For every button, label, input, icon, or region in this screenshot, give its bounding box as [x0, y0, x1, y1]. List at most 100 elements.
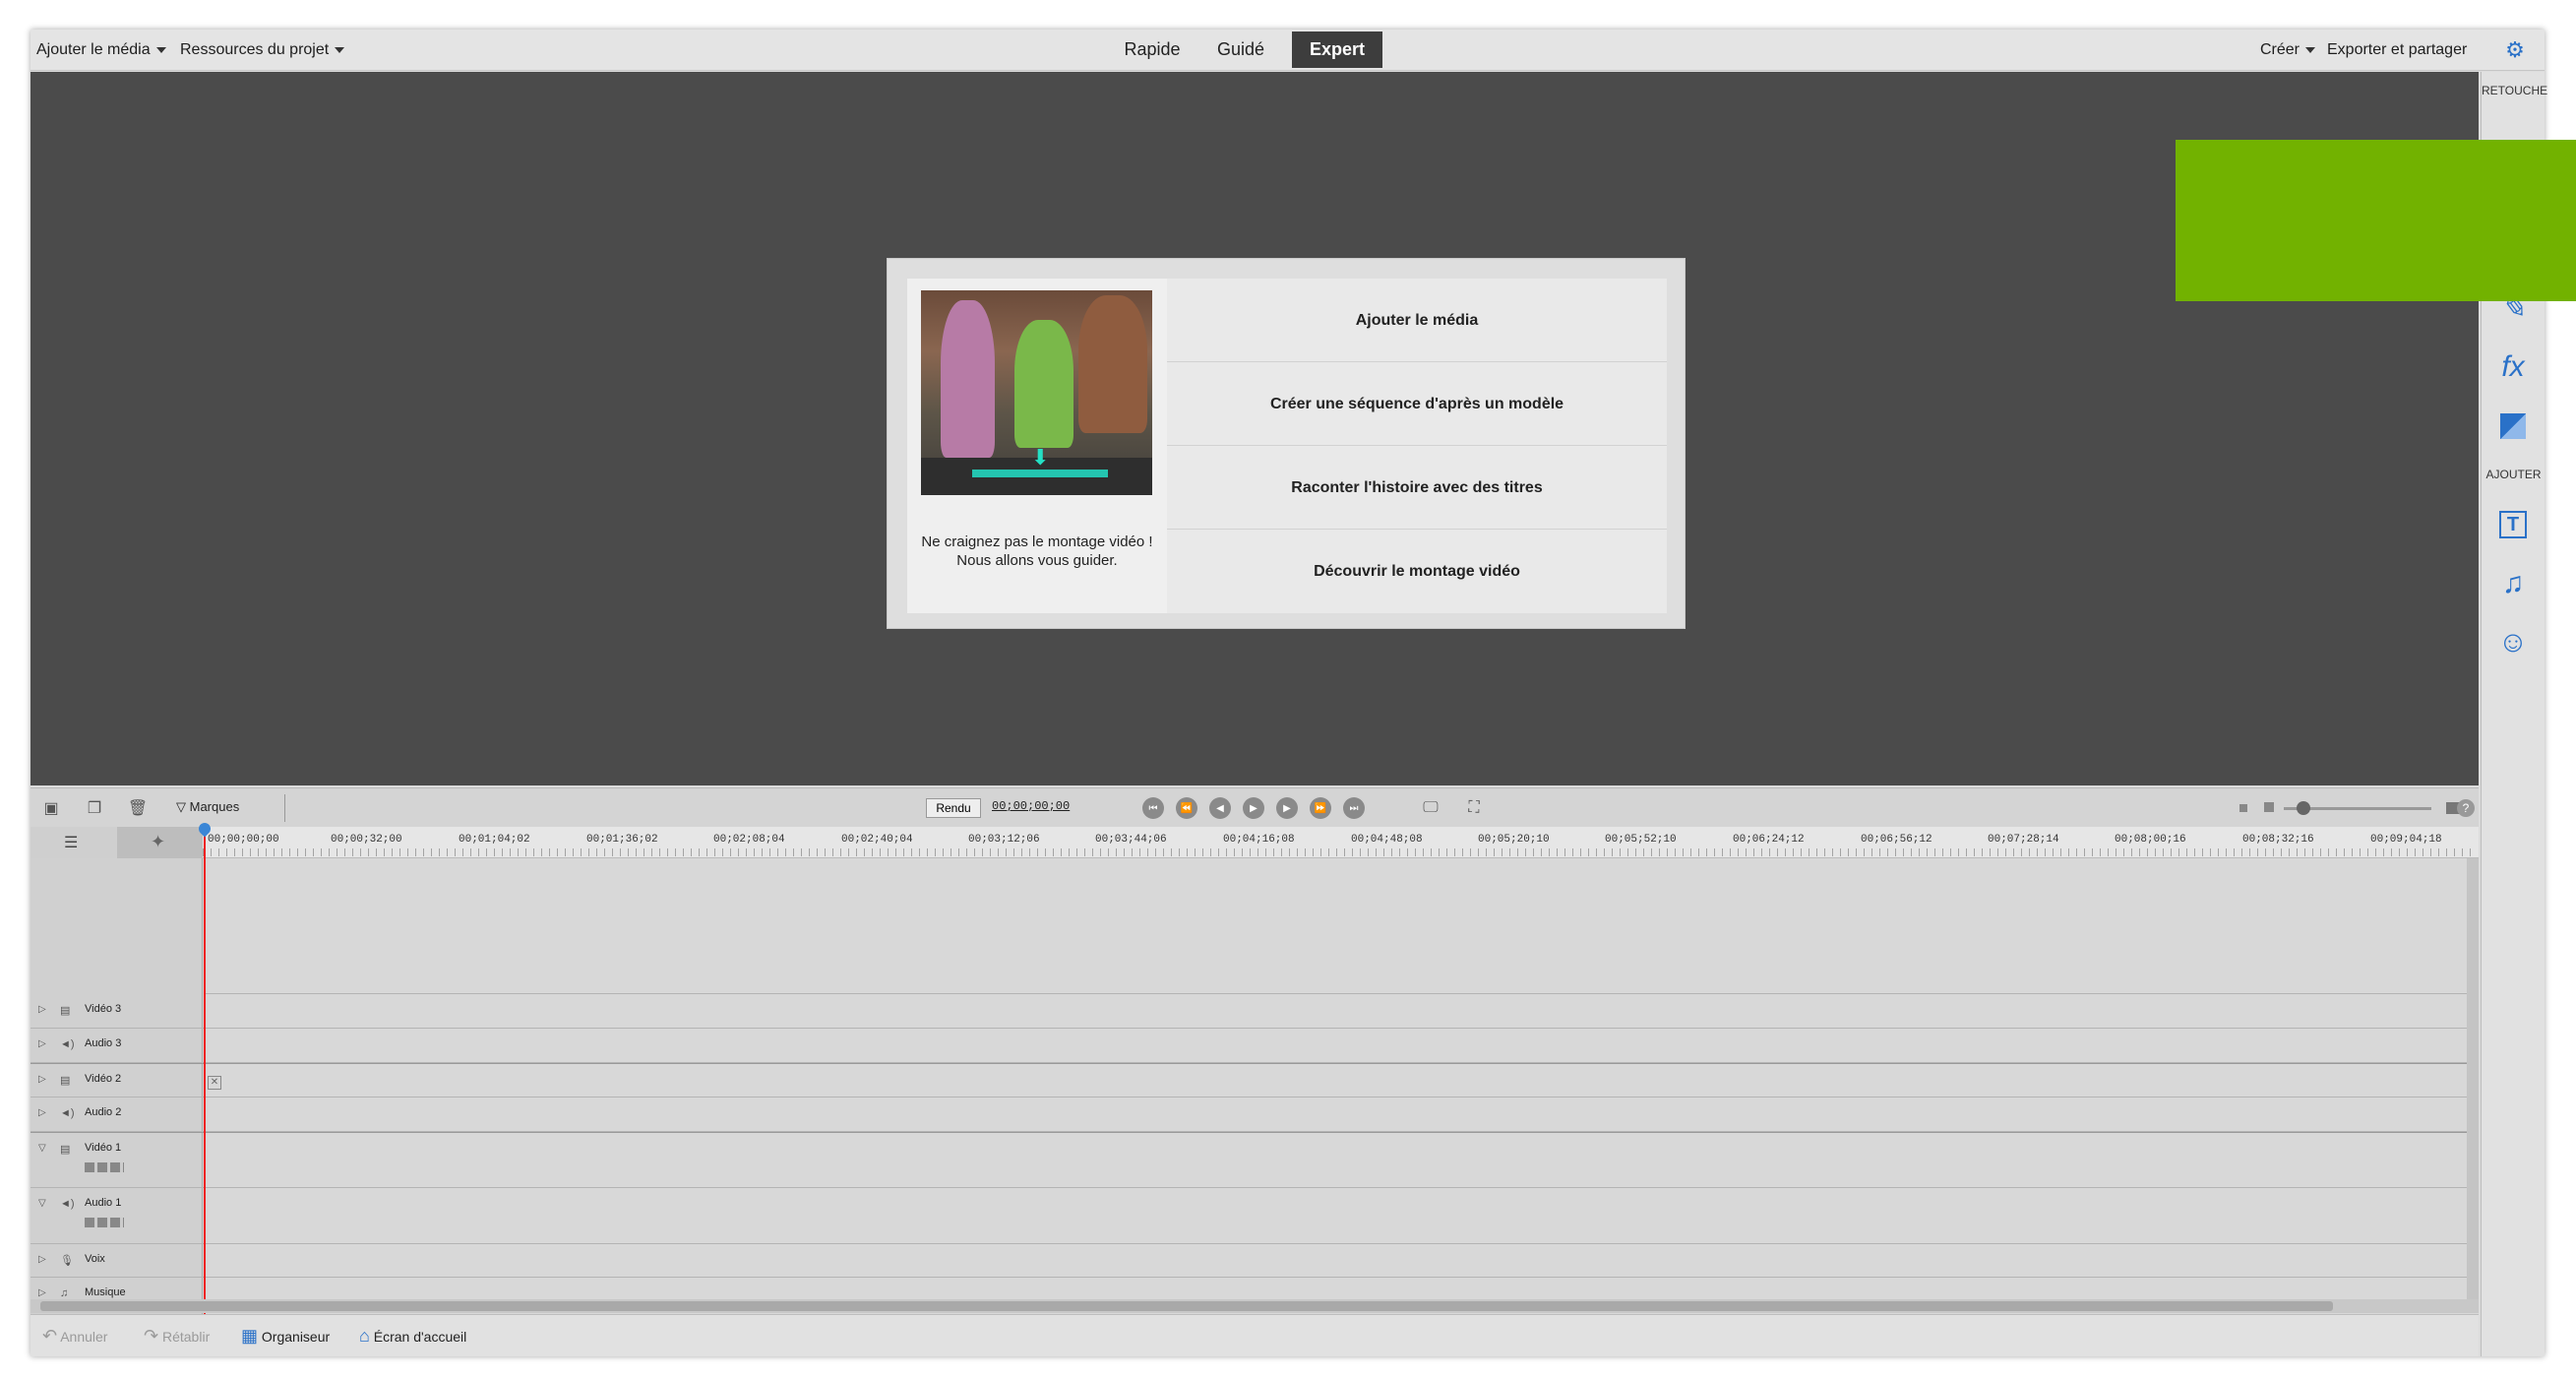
help-icon[interactable]: ? — [2457, 799, 2475, 817]
section-label-edit: RETOUCHE — [2482, 84, 2548, 97]
track-label: Vidéo 2 — [85, 1073, 122, 1085]
trash-icon[interactable]: 🗑 — [127, 797, 149, 819]
rewind-icon[interactable]: ⏪ — [1176, 797, 1197, 819]
playhead[interactable] — [204, 827, 206, 1331]
arrow-down-icon: ⬇ — [1031, 445, 1050, 470]
expand-triangle-icon[interactable]: ▷ — [38, 1074, 46, 1085]
project-assets-label: Ressources du projet — [180, 41, 330, 58]
smart-mix-icon[interactable]: ✦ — [117, 827, 203, 858]
step-forward-icon[interactable]: ▶ — [1276, 797, 1298, 819]
option-create-from-template[interactable]: Créer une séquence d'après un modèle — [1167, 362, 1667, 446]
expand-triangle-icon[interactable]: ▷ — [38, 1004, 46, 1015]
expand-triangle-icon[interactable]: ▷ — [38, 1254, 46, 1265]
timeline-tracks[interactable]: ▷ ▤ Vidéo 3 ▷ ◄) Audio 3 ▷ ▤ Vidéo 2 ✕ ▷… — [31, 858, 2479, 1331]
horizontal-scrollbar[interactable] — [31, 1299, 2479, 1313]
mode-tab-expert[interactable]: Expert — [1292, 31, 1382, 68]
top-bar: Ajouter le média Ressources du projet Ra… — [31, 30, 2545, 71]
home-screen-button[interactable]: ⌂ Écran d'accueil — [359, 1315, 466, 1357]
empty-track-area[interactable] — [204, 858, 2467, 994]
markers-menu[interactable]: ▽ Marques — [176, 799, 239, 815]
collapse-triangle-icon[interactable]: ▽ — [38, 1143, 46, 1154]
add-media-menu[interactable]: Ajouter le média — [36, 30, 166, 71]
track-options-icon[interactable]: ☰ — [31, 827, 117, 858]
copy-icon[interactable]: ❐ — [84, 797, 105, 819]
collapse-triangle-icon[interactable]: ▽ — [38, 1198, 46, 1209]
thumbnail-clip-bar — [972, 470, 1108, 477]
title-icon[interactable]: T — [2493, 505, 2533, 544]
keyframe-controls[interactable] — [85, 1162, 124, 1172]
gear-icon[interactable]: ⚙ — [2500, 30, 2530, 71]
track-label: Voix — [85, 1253, 105, 1265]
export-share-menu[interactable]: Exporter et partager — [2327, 30, 2467, 71]
fullscreen-icon[interactable]: ⛶ — [1463, 797, 1485, 819]
chevron-down-icon — [2305, 46, 2316, 53]
option-discover-editing[interactable]: Découvrir le montage vidéo — [1167, 530, 1667, 613]
graphics-icon[interactable]: ☺ — [2493, 623, 2533, 662]
expand-triangle-icon[interactable]: ▷ — [38, 1287, 46, 1298]
music-icon[interactable]: ♫ — [2493, 564, 2533, 603]
ruler-tick: 00;03;44;06 — [1095, 834, 1167, 846]
ruler-tick: 00;05;20;10 — [1478, 834, 1550, 846]
keyframe-controls[interactable] — [85, 1218, 124, 1227]
ruler-tick: 00;09;04;18 — [2370, 834, 2442, 846]
home-icon: ⌂ — [359, 1326, 370, 1346]
track-row[interactable]: ▽ ◄) Audio 1 — [31, 1188, 2479, 1244]
play-icon[interactable]: ▶ — [1243, 797, 1264, 819]
fx-icon[interactable]: fx — [2493, 347, 2533, 387]
track-row[interactable]: ▷ ▤ Vidéo 3 — [31, 994, 2479, 1029]
undo-button[interactable]: ↶ Annuler — [42, 1315, 107, 1357]
add-media-label: Ajouter le média — [36, 41, 151, 58]
monitor-icon[interactable]: 🖵 — [1420, 797, 1441, 819]
track-row[interactable]: ▷ ▤ Vidéo 2 ✕ — [31, 1063, 2479, 1098]
speaker-icon: ◄) — [60, 1038, 75, 1050]
create-label: Créer — [2260, 41, 2300, 58]
current-timecode[interactable]: 00;00;00;00 — [992, 799, 1070, 813]
scrollbar-thumb[interactable] — [40, 1301, 2333, 1311]
transition-icon[interactable] — [2493, 407, 2533, 446]
project-assets-menu[interactable]: Ressources du projet — [180, 30, 345, 71]
option-add-media[interactable]: Ajouter le média — [1167, 279, 1667, 362]
ruler-tick: 00;08;00;16 — [2115, 834, 2186, 846]
organizer-button[interactable]: ▦ Organiseur — [241, 1315, 330, 1357]
ruler-minor-ticks — [203, 848, 2476, 856]
guide-caption-line1: Ne craignez pas le montage vidéo ! — [921, 533, 1153, 550]
option-tell-story-with-titles[interactable]: Raconter l'histoire avec des titres — [1167, 446, 1667, 530]
zoom-slider-handle[interactable] — [2297, 801, 2310, 815]
step-back-icon[interactable]: ◀ — [1209, 797, 1231, 819]
camera-icon[interactable]: ▣ — [40, 797, 62, 819]
track-row[interactable]: ▷ ◄) Audio 2 — [31, 1098, 2479, 1132]
film-icon: ▤ — [60, 1144, 71, 1156]
photo-figure — [1078, 295, 1147, 433]
vertical-scrollbar[interactable] — [2467, 858, 2479, 1299]
ruler-tick: 00;04;48;08 — [1351, 834, 1423, 846]
track-label: Musique — [85, 1286, 126, 1298]
expand-triangle-icon[interactable]: ▷ — [38, 1038, 46, 1049]
music-note-icon: ♫ — [60, 1287, 69, 1299]
organizer-icon: ▦ — [241, 1326, 259, 1346]
guide-intro-panel: ⬇ Ne craignez pas le montage vidéo ! Nou… — [907, 279, 1167, 613]
guide-caption: Ne craignez pas le montage vidéo ! Nous … — [907, 533, 1167, 570]
organizer-label: Organiseur — [261, 1329, 331, 1345]
expand-triangle-icon[interactable]: ▷ — [38, 1107, 46, 1118]
time-ruler[interactable]: ☰ ✦ 00;00;00;00 00;00;32;00 00;01;04;02 … — [31, 827, 2479, 858]
photo-figure — [1014, 320, 1073, 448]
track-row[interactable]: ▷ 🎙 Voix — [31, 1244, 2479, 1278]
fast-forward-icon[interactable]: ⏩ — [1310, 797, 1331, 819]
render-button[interactable]: Rendu — [926, 798, 981, 818]
zoom-out-icon[interactable] — [2239, 804, 2247, 812]
track-row[interactable]: ▽ ▤ Vidéo 1 — [31, 1132, 2479, 1188]
redo-button[interactable]: ↷ Rétablir — [144, 1315, 210, 1357]
transparency-icon[interactable]: ✕ — [208, 1076, 221, 1090]
track-label: Audio 2 — [85, 1106, 122, 1118]
create-menu[interactable]: Créer — [2260, 30, 2316, 71]
marker-icon: ▽ — [176, 799, 186, 814]
zoom-in-small-icon[interactable] — [2264, 802, 2274, 812]
go-to-start-icon[interactable]: ⏮ — [1142, 797, 1164, 819]
premiere-elements-window: Ajouter le média Ressources du projet Ra… — [31, 30, 2576, 1357]
mode-tab-guided[interactable]: Guidé — [1201, 31, 1280, 68]
ruler-tick: 00;06;24;12 — [1733, 834, 1805, 846]
mode-tab-quick[interactable]: Rapide — [1113, 31, 1192, 68]
track-row[interactable]: ▷ ◄) Audio 3 — [31, 1029, 2479, 1063]
timeline-toolbar: ▣ ❐ 🗑 ▽ Marques Rendu 00;00;00;00 ⏮ ⏪ ◀ … — [31, 787, 2479, 827]
go-to-end-icon[interactable]: ⏭ — [1343, 797, 1365, 819]
